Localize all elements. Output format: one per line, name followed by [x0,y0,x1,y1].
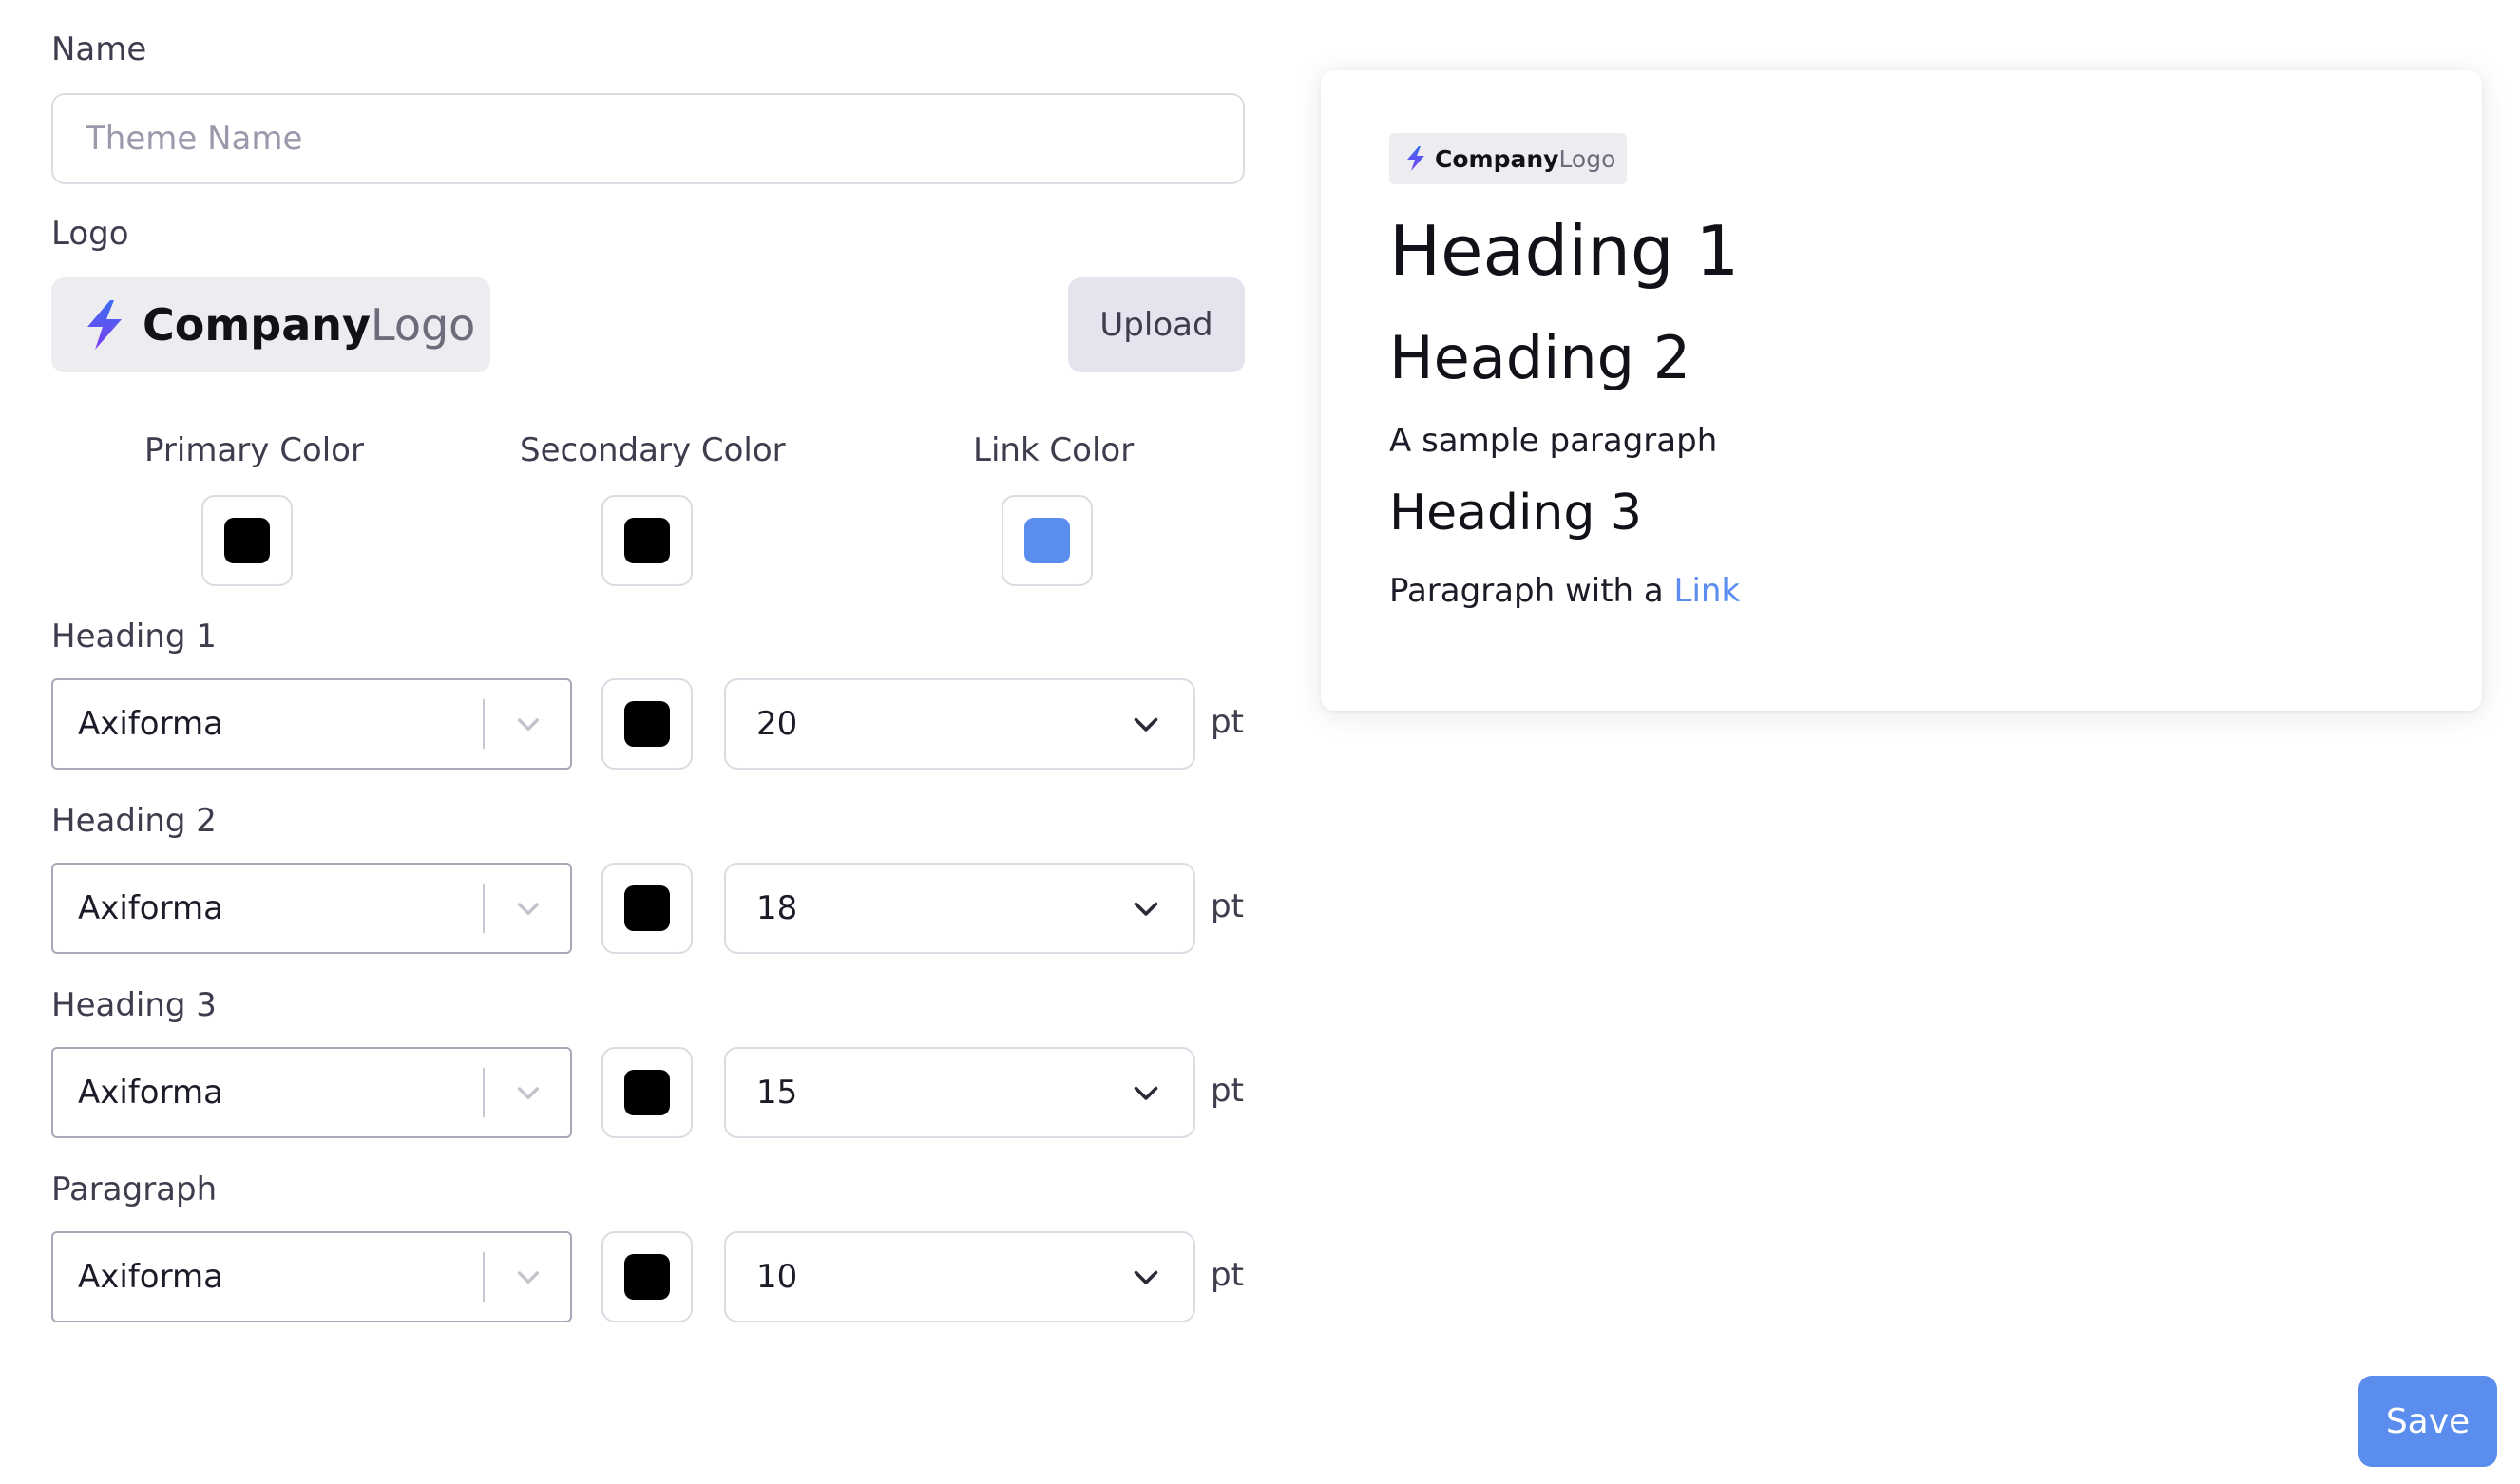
primary-color-picker[interactable] [201,495,293,586]
heading3-color-picker[interactable] [601,1047,693,1138]
heading2-label: Heading 2 [51,802,217,840]
preview-link[interactable]: Link [1674,572,1741,610]
heading1-unit: pt [1211,703,1244,741]
heading2-size-value: 18 [756,889,798,927]
chevron-down-icon [517,903,540,916]
heading2-color-picker[interactable] [601,863,693,954]
secondary-color-picker[interactable] [601,495,693,586]
heading2-font-select[interactable]: Axiforma [51,863,572,954]
heading1-label: Heading 1 [51,618,217,656]
preview-paragraph2-text: Paragraph with a [1389,572,1664,610]
logo-wordmark: CompanyLogo [143,299,476,351]
select-separator [483,1068,485,1117]
heading3-size-value: 15 [756,1074,798,1112]
link-color-picker[interactable] [1002,495,1093,586]
name-label: Name [51,30,147,68]
save-button[interactable]: Save [2358,1376,2497,1467]
paragraph-font-select[interactable]: Axiforma [51,1231,572,1322]
heading2-color-swatch [624,885,670,931]
secondary-color-label: Secondary Color [520,431,786,469]
select-separator [483,884,485,933]
chevron-down-icon [1134,717,1158,732]
heading1-font-select[interactable]: Axiforma [51,678,572,770]
paragraph-label: Paragraph [51,1170,218,1208]
chevron-down-icon [1134,1270,1158,1284]
heading3-label: Heading 3 [51,986,217,1024]
primary-color-swatch [224,518,270,563]
logo-preview: CompanyLogo [51,277,490,372]
primary-color-label: Primary Color [144,431,364,469]
heading2-unit: pt [1211,887,1244,925]
link-color-label: Link Color [973,431,1135,469]
paragraph-font-value: Axiforma [78,1258,223,1296]
heading3-size-select[interactable]: 15 [724,1047,1195,1138]
heading3-font-value: Axiforma [78,1074,223,1112]
lightning-bolt-icon [87,300,122,350]
preview-heading1: Heading 1 [1389,211,1740,291]
heading2-font-value: Axiforma [78,889,223,927]
chevron-down-icon [1134,1086,1158,1100]
heading2-size-select[interactable]: 18 [724,863,1195,954]
chevron-down-icon [1134,902,1158,916]
link-color-swatch [1024,518,1070,563]
select-separator [483,699,485,749]
heading3-unit: pt [1211,1072,1244,1110]
select-separator [483,1252,485,1302]
theme-name-input[interactable] [51,93,1245,184]
preview-heading3: Heading 3 [1389,485,1642,542]
paragraph-size-select[interactable]: 10 [724,1231,1195,1322]
heading1-size-select[interactable]: 20 [724,678,1195,770]
heading3-color-swatch [624,1070,670,1115]
secondary-color-swatch [624,518,670,563]
heading1-color-swatch [624,701,670,747]
preview-paragraph1: A sample paragraph [1389,422,1718,460]
chevron-down-icon [517,1271,540,1284]
theme-editor-form: Name Logo CompanyLogo Upload Primary Col… [0,0,1273,1484]
paragraph-size-value: 10 [756,1258,798,1296]
heading1-color-picker[interactable] [601,678,693,770]
heading1-font-value: Axiforma [78,705,223,743]
preview-logo: CompanyLogo [1389,133,1627,184]
heading3-font-select[interactable]: Axiforma [51,1047,572,1138]
paragraph-unit: pt [1211,1256,1244,1294]
chevron-down-icon [517,1087,540,1100]
preview-paragraph2: Paragraph with a Link [1389,572,1740,610]
preview-heading2: Heading 2 [1389,323,1691,392]
lightning-bolt-icon [1407,146,1424,171]
upload-button[interactable]: Upload [1068,277,1245,372]
chevron-down-icon [517,718,540,732]
preview-logo-wordmark: CompanyLogo [1435,144,1616,173]
logo-label: Logo [51,215,129,253]
paragraph-color-picker[interactable] [601,1231,693,1322]
heading1-size-value: 20 [756,705,798,743]
paragraph-color-swatch [624,1254,670,1300]
theme-preview-card: CompanyLogo Heading 1 Heading 2 A sample… [1321,70,2482,711]
